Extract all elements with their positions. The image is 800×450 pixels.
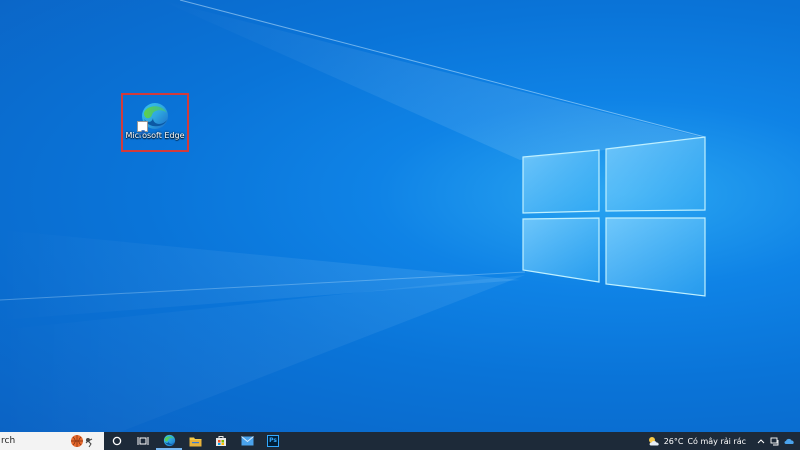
system-tray: 26°C Có mây rải rác xyxy=(647,432,800,450)
weather-widget[interactable]: 26°C Có mây rải rác xyxy=(647,436,746,447)
taskbar-store[interactable] xyxy=(208,432,234,450)
cortana-icon xyxy=(112,436,122,446)
cortana-button[interactable] xyxy=(104,432,130,450)
taskbar-file-explorer[interactable] xyxy=(182,432,208,450)
network-icon xyxy=(770,437,779,445)
photoshop-icon: Ps xyxy=(267,435,279,447)
taskbar-edge[interactable] xyxy=(156,432,182,450)
tray-onedrive-button[interactable] xyxy=(782,432,796,450)
task-view-icon xyxy=(137,437,149,445)
photoshop-label: Ps xyxy=(269,437,277,444)
search-input[interactable] xyxy=(0,433,65,449)
windows-logo-wallpaper xyxy=(522,136,706,297)
edge-desktop-shortcut[interactable]: Microsoft Edge xyxy=(121,93,189,152)
task-view-button[interactable] xyxy=(130,432,156,450)
chevron-up-icon xyxy=(757,439,765,444)
tray-network-button[interactable] xyxy=(768,432,782,450)
taskbar-mail[interactable] xyxy=(234,432,260,450)
basketball-icon xyxy=(71,435,93,448)
shortcut-arrow-icon xyxy=(137,121,148,136)
taskbar: Ps 26°C Có mây rải rác xyxy=(0,432,800,450)
partly-cloudy-icon xyxy=(648,436,659,445)
taskbar-photoshop[interactable]: Ps xyxy=(260,432,286,450)
weather-temperature: 26°C xyxy=(663,436,684,446)
store-icon xyxy=(216,436,226,446)
file-explorer-icon xyxy=(189,437,201,446)
taskbar-search-box[interactable] xyxy=(0,432,104,450)
edge-icon xyxy=(163,434,175,446)
onedrive-cloud-icon xyxy=(784,438,794,444)
search-highlight-image[interactable] xyxy=(70,434,96,448)
mail-icon xyxy=(240,436,254,446)
desktop[interactable]: Microsoft Edge xyxy=(0,0,800,432)
tray-overflow-button[interactable] xyxy=(754,432,768,450)
shortcut-label: Microsoft Edge xyxy=(125,131,185,140)
weather-description: Có mây rải rác xyxy=(687,436,746,446)
